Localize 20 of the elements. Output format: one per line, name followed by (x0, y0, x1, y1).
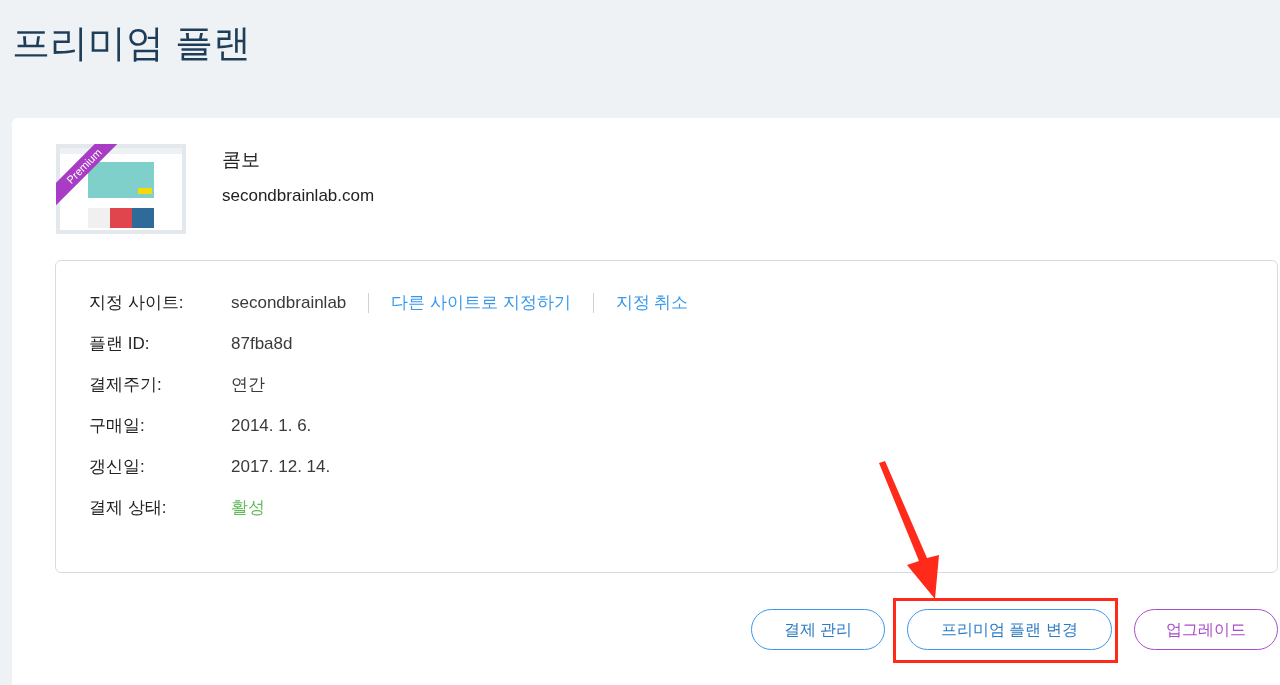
detail-label: 플랜 ID: (89, 333, 151, 356)
detail-label: 지정 사이트: (89, 292, 185, 315)
detail-value: 연간 (231, 374, 265, 397)
detail-value: 87fba8d (231, 333, 293, 356)
page-title: 프리미엄 플랜 (12, 21, 252, 66)
detail-value: 2017. 12. 14. (231, 456, 331, 479)
action-button[interactable]: 업그레이드 (1134, 609, 1278, 650)
site-link[interactable]: 지정 취소 (615, 290, 689, 316)
status-value: 활성 (231, 497, 265, 520)
action-button[interactable]: 결제 관리 (751, 609, 885, 650)
detail-value: 2014. 1. 6. (231, 415, 312, 438)
detail-label: 결제 상태: (89, 497, 168, 520)
detail-label: 결제주기: (89, 374, 163, 397)
action-button[interactable]: 프리미엄 플랜 변경 (907, 609, 1112, 650)
site-link[interactable]: 다른 사이트로 지정하기 (391, 290, 571, 316)
detail-label: 갱신일: (89, 456, 146, 479)
detail-label: 구매일: (89, 415, 146, 438)
plan-domain: secondbrainlab.com (222, 184, 375, 207)
detail-value: secondbrainlab (231, 292, 347, 315)
plan-name: 콤보 (222, 148, 261, 172)
